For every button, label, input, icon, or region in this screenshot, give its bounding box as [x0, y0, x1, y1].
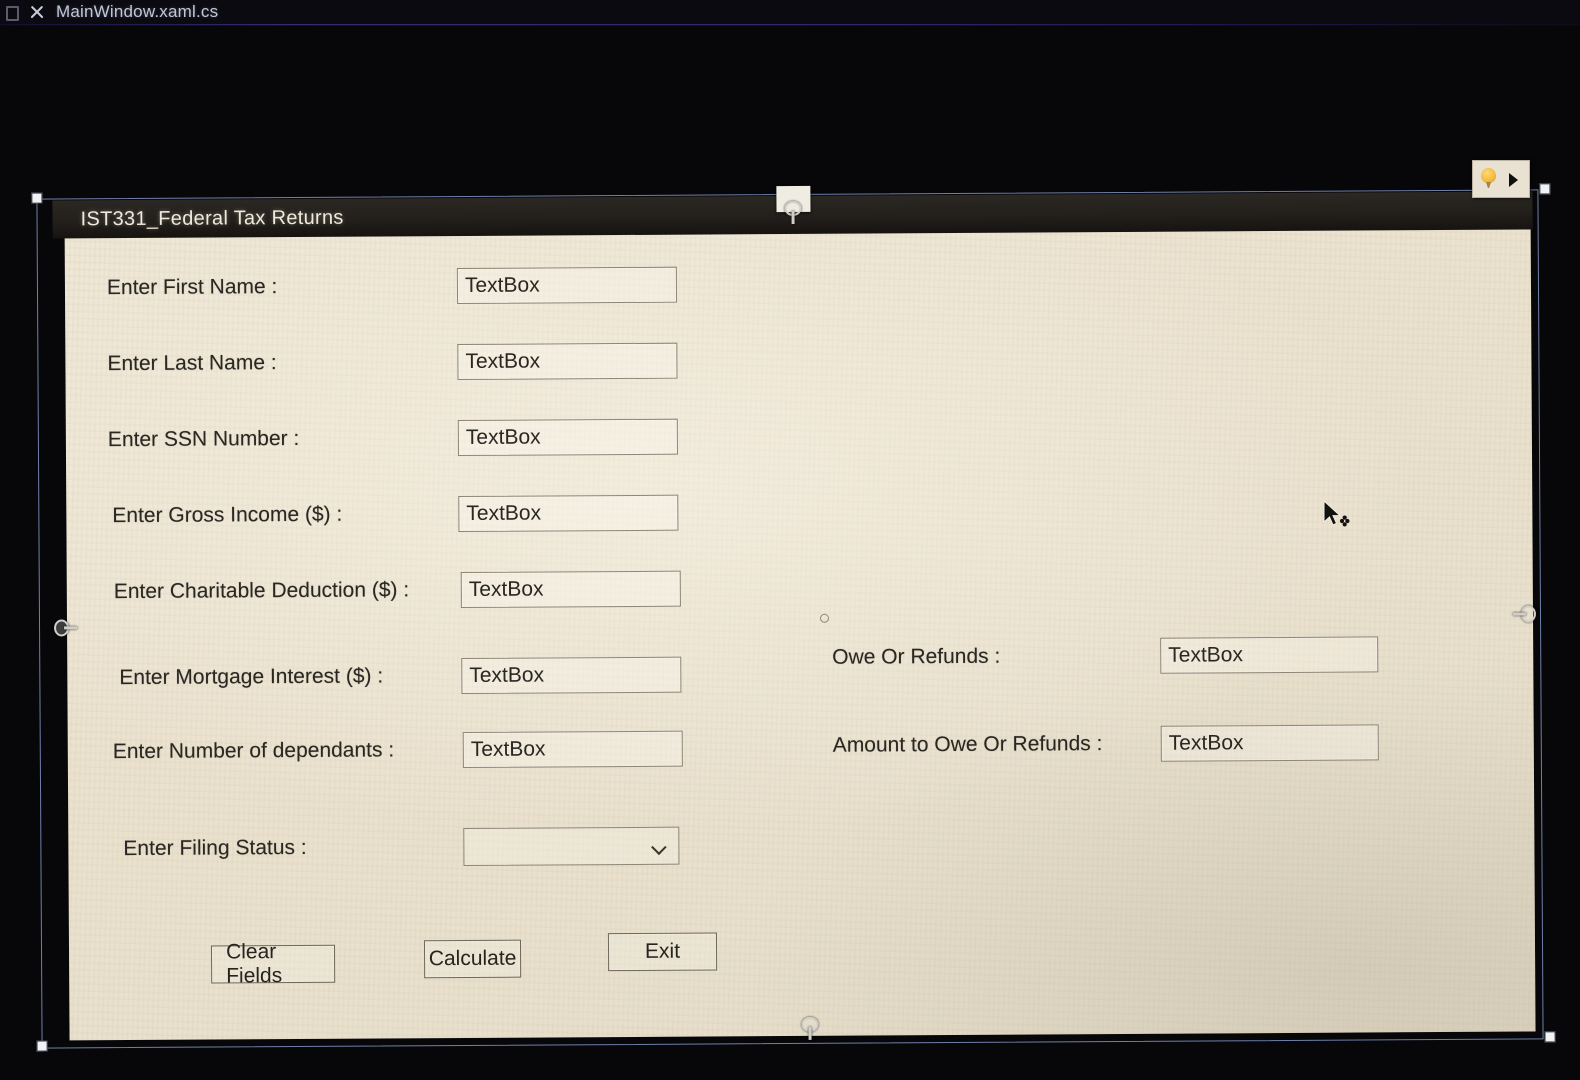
screen-photo: MainWindow.xaml.cs IST331_Federal Tax Re…: [0, 0, 1580, 1080]
label-charitable-deduction: Enter Charitable Deduction ($) :: [113, 578, 410, 604]
adorner-handle-top[interactable]: [776, 185, 811, 224]
resize-handle-top-left[interactable]: [31, 192, 43, 204]
output-amount-owe-or-refunds[interactable]: TextBox: [1160, 724, 1379, 762]
resize-handle-top-right[interactable]: [1539, 183, 1551, 195]
chevron-down-icon: [653, 842, 666, 850]
input-dependants[interactable]: TextBox: [462, 730, 683, 769]
lightbulb-icon: [1473, 161, 1503, 197]
form-row-owe-or-refunds: Owe Or Refunds : TextBox: [832, 636, 1379, 675]
input-charitable-deduction[interactable]: TextBox: [460, 570, 681, 609]
label-owe-or-refunds: Owe Or Refunds :: [832, 644, 1001, 669]
form-row-first-name: Enter First Name : TextBox: [106, 266, 678, 306]
resize-handle-bottom-left[interactable]: [36, 1040, 48, 1052]
form-row-last-name: Enter Last Name : TextBox: [107, 342, 678, 382]
editor-tab-label[interactable]: MainWindow.xaml.cs: [56, 2, 218, 22]
adorner-handle-bottom[interactable]: [797, 1014, 823, 1040]
label-gross-income: Enter Gross Income ($) :: [112, 502, 343, 528]
select-filing-status[interactable]: [463, 826, 680, 866]
window-client-area: Enter First Name : TextBox Enter Last Na…: [64, 227, 1536, 1041]
form-row-charitable-deduction: Enter Charitable Deduction ($) : TextBox: [113, 570, 681, 610]
calculate-button[interactable]: Calculate: [423, 939, 522, 979]
label-filing-status: Enter Filing Status :: [123, 835, 307, 861]
close-icon[interactable]: [28, 3, 46, 21]
exit-button[interactable]: Exit: [607, 932, 718, 972]
form-row-ssn: Enter SSN Number : TextBox: [107, 418, 678, 458]
form-row-dependants: Enter Number of dependants : TextBox: [112, 730, 683, 770]
adorner-stem-icon: [64, 626, 78, 630]
clear-fields-button[interactable]: Clear Fields: [210, 940, 336, 987]
designer-anchor-dot: [819, 613, 830, 623]
quick-actions-lightbulb[interactable]: [1472, 160, 1530, 198]
form-row-filing-status: Enter Filing Status :: [123, 826, 680, 868]
label-amount-owe-or-refunds: Amount to Owe Or Refunds :: [832, 732, 1103, 757]
label-dependants: Enter Number of dependants :: [112, 738, 395, 764]
form-row-mortgage-interest: Enter Mortgage Interest ($) : TextBox: [119, 656, 682, 696]
adorner-stem-icon: [808, 1026, 812, 1040]
input-gross-income[interactable]: TextBox: [458, 494, 679, 533]
input-first-name[interactable]: TextBox: [456, 266, 678, 305]
form-row-amount-owe-or-refunds: Amount to Owe Or Refunds : TextBox: [833, 724, 1379, 763]
adorner-handle-right[interactable]: [1512, 601, 1539, 627]
label-first-name: Enter First Name :: [106, 275, 278, 300]
adorner-stem-icon: [791, 210, 795, 224]
input-mortgage-interest[interactable]: TextBox: [461, 656, 682, 695]
label-last-name: Enter Last Name :: [107, 351, 277, 376]
editor-tab-strip: MainWindow.xaml.cs: [0, 0, 1580, 24]
adorner-handle-left[interactable]: [51, 614, 78, 640]
triangle-right-icon[interactable]: [1503, 161, 1525, 197]
file-icon: [4, 5, 19, 21]
form-row-gross-income: Enter Gross Income ($) : TextBox: [112, 494, 679, 534]
window-title: IST331_Federal Tax Returns: [80, 206, 344, 230]
output-owe-or-refunds[interactable]: TextBox: [1160, 636, 1379, 674]
adorner-stem-icon: [1512, 612, 1526, 616]
resize-handle-bottom-right[interactable]: [1544, 1031, 1556, 1043]
wpf-designer-surface: IST331_Federal Tax Returns Enter First N…: [31, 183, 1556, 1052]
input-ssn[interactable]: TextBox: [457, 418, 678, 457]
label-mortgage-interest: Enter Mortgage Interest ($) :: [119, 664, 384, 690]
label-ssn: Enter SSN Number :: [107, 426, 300, 452]
input-last-name[interactable]: TextBox: [457, 342, 678, 381]
